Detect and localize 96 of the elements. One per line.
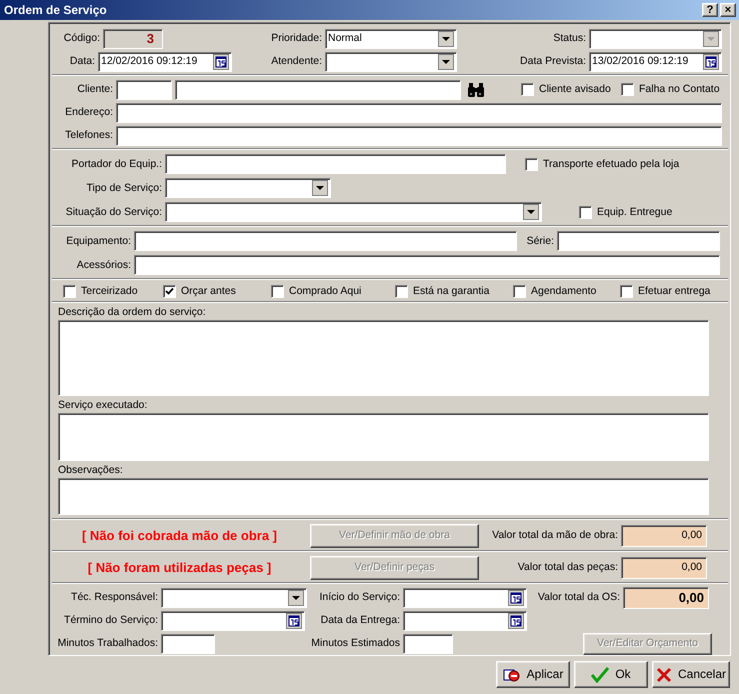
checkbox-label: Transporte efetuado pela loja [543,158,680,170]
date-field[interactable] [161,610,305,630]
calendar-icon[interactable] [508,590,524,606]
field-label: Minutos Trabalhados: [56,637,158,650]
field-label: Status: [552,32,586,45]
code-field: 3 [103,28,163,48]
text-field[interactable] [557,231,720,251]
field-label: Téc. Responsável: [70,591,158,604]
text-field[interactable] [165,154,506,174]
field-label: Data Prevista: [519,55,586,68]
checkbox-label: Orçar antes [181,284,236,298]
field-label: Tipo de Serviço: [86,182,162,194]
text-field[interactable] [116,102,722,122]
field-label: Portador do Equip.: [70,158,162,170]
checkbox-label: Cliente avisado [539,83,611,96]
close-icon [656,666,672,682]
checkbox-label: Equip. Entregue [597,206,672,218]
field-label: Telefones: [64,129,113,142]
field-label: Acessórios: [76,258,131,272]
checkbox-label: Está na garantia [413,284,490,298]
dialog-button[interactable]: Ok [574,661,648,688]
field-label: Data: [68,55,95,68]
checkbox-label: Efetuar entrega [638,284,710,298]
dialog-button[interactable]: Cancelar [652,661,730,688]
field-label: Atendente: [270,55,322,68]
date-field[interactable] [403,610,527,630]
dropdown[interactable] [161,588,307,608]
text-area[interactable] [58,478,709,515]
field-label: Código: [62,32,100,45]
binoculars-icon[interactable] [467,82,485,96]
date-field[interactable]: 12/02/2016 09:12:19 [98,52,232,72]
date-field[interactable] [403,588,527,608]
calendar-icon[interactable] [703,54,719,70]
close-button[interactable]: × [720,3,736,17]
field-label: Série: [526,234,554,248]
field-label: Minutos Estimados [310,637,400,650]
field-label: Observações: [57,463,124,477]
checkbox-label: Falha no Contato [639,83,720,96]
checkbox[interactable] [271,284,284,298]
field-label: Valor total da OS: [536,591,620,604]
calendar-icon[interactable] [508,612,524,628]
checkbox[interactable] [521,83,534,96]
caret-icon [703,30,719,46]
field-label: Prioridade: [270,32,322,45]
text-field[interactable] [134,255,720,275]
date-field[interactable]: 13/02/2016 09:12:19 [589,52,722,72]
field-label: Descrição da ordem do serviço: [57,305,207,319]
checkbox[interactable] [621,83,634,96]
caret-icon[interactable] [523,204,539,220]
text-field[interactable] [134,231,517,251]
dropdown[interactable] [325,52,457,72]
text-field[interactable] [161,634,215,654]
calendar-icon[interactable] [286,612,302,628]
warning-text: [ Não foi cobrada mão de obra ] [80,529,278,542]
calendar-icon[interactable] [213,54,229,70]
dialog-button[interactable]: Aplicar [496,661,570,688]
checkbox[interactable] [395,284,408,298]
check-icon [591,666,610,682]
checkbox[interactable] [579,206,592,218]
dropdown[interactable] [165,178,331,198]
caret-icon[interactable] [288,590,304,606]
text-field[interactable] [116,126,722,146]
field-label: Equipamento: [65,234,131,248]
text-field[interactable] [116,80,172,100]
field-label: Início do Serviço: [318,591,400,604]
field-label: Situação do Serviço: [64,206,162,218]
field-label: Cliente: [76,83,113,96]
total-field: 0,00 [621,556,707,578]
checkbox[interactable] [525,158,538,170]
checkbox[interactable] [620,284,633,298]
text-field[interactable] [175,80,461,100]
field-label: Valor total das peças: [516,561,618,574]
field-label: Valor total da mão de obra: [491,529,618,542]
field-label: Serviço executado: [57,398,148,412]
checkbox-label: Agendamento [531,284,596,298]
checkbox[interactable] [513,284,526,298]
text-area[interactable] [58,413,709,461]
apply-icon [502,666,521,682]
dropdown[interactable]: Normal [325,28,457,48]
window-title: Ordem de Serviço [4,4,108,16]
caret-icon[interactable] [312,180,328,196]
checkbox-label: Comprado Aqui [289,284,362,298]
checkbox[interactable] [163,284,176,298]
checkbox[interactable] [63,284,76,298]
dropdown[interactable] [165,202,542,222]
caret-icon[interactable] [438,54,454,70]
total-field: 0,00 [623,586,709,608]
warning-text: [ Não foram utilizadas peças ] [86,561,272,574]
field-label: Término do Serviço: [63,614,158,627]
field-label: Endereço: [64,106,113,119]
checkbox-label: Terceirizado [81,284,138,298]
field-label: Data da Entrega: [320,614,400,627]
help-button[interactable]: ? [702,3,718,17]
total-field: 0,00 [621,524,707,546]
caret-icon[interactable] [438,30,454,46]
text-field[interactable] [403,634,453,654]
